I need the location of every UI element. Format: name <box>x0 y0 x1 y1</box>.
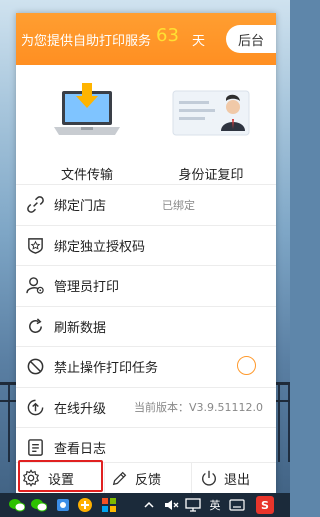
panel-header: 为您提供自助打印服务 63 天 后台 <box>16 13 276 65</box>
wechat-icon[interactable] <box>8 496 26 514</box>
menu-item-bind-store[interactable]: 绑定门店 已绑定 <box>16 184 276 225</box>
menu-item-label: 在线升级 <box>54 401 107 417</box>
id-copy-button[interactable]: 身份证复印 <box>156 83 266 183</box>
file-transfer-button[interactable]: 文件传输 <box>32 83 142 183</box>
menu-item-label: 绑定门店 <box>54 199 107 215</box>
block-print-toggle[interactable] <box>237 356 256 375</box>
exit-label: 退出 <box>224 473 251 488</box>
network-icon[interactable] <box>54 496 72 514</box>
windows-icon[interactable] <box>100 496 118 514</box>
monitor-icon[interactable] <box>184 496 202 514</box>
pencil-icon <box>112 471 127 486</box>
feedback-label: 反馈 <box>135 473 162 488</box>
ime-language[interactable]: 英 <box>206 496 224 514</box>
menu-item-label: 绑定独立授权码 <box>54 239 146 255</box>
log-icon <box>28 439 43 456</box>
menu-item-block-print-jobs[interactable]: 禁止操作打印任务 <box>16 346 276 387</box>
refresh-icon <box>29 317 42 333</box>
mute-icon[interactable] <box>162 496 180 514</box>
chevron-icon[interactable] <box>140 496 158 514</box>
service-message: 为您提供自助打印服务 <box>21 34 152 49</box>
menu-item-label: 管理员打印 <box>54 280 120 296</box>
print-service-panel: 为您提供自助打印服务 63 天 后台 文件传输 身份证复印 绑定门店 已绑定 绑… <box>16 13 276 494</box>
admin-button[interactable]: 后台 <box>226 25 276 53</box>
id-copy-label: 身份证复印 <box>178 168 244 183</box>
upgrade-icon <box>27 399 44 415</box>
menu-item-admin-print[interactable]: 管理员打印 <box>16 265 276 306</box>
file-transfer-label: 文件传输 <box>60 168 113 183</box>
wechat-icon[interactable] <box>30 496 48 514</box>
id-card-icon <box>172 90 250 136</box>
keyboard-icon[interactable] <box>228 496 246 514</box>
taskbar: 英 S <box>0 493 290 517</box>
star-shield-icon <box>28 237 43 254</box>
days-remaining: 63 <box>156 25 179 46</box>
menu-item-label: 禁止操作打印任务 <box>54 361 159 377</box>
days-unit: 天 <box>192 34 206 49</box>
link-icon <box>27 196 44 213</box>
laptop-download-icon <box>54 83 120 135</box>
settings-menu: 绑定门店 已绑定 绑定独立授权码 管理员打印 刷新数据 禁止操作打印任务 在线升… <box>16 184 276 468</box>
menu-item-online-upgrade[interactable]: 在线升级 当前版本：V3.9.51112.0 <box>16 386 276 428</box>
menu-item-refresh[interactable]: 刷新数据 <box>16 305 276 347</box>
bind-status: 已绑定 <box>162 198 195 212</box>
power-icon <box>202 470 216 486</box>
feedback-button[interactable]: 反馈 <box>104 463 191 494</box>
ban-icon <box>27 358 44 375</box>
exit-button[interactable]: 退出 <box>191 463 276 494</box>
admin-user-icon <box>26 277 44 294</box>
current-version: 当前版本：V3.9.51112.0 <box>134 401 264 415</box>
sogou-icon[interactable]: S <box>256 496 274 514</box>
menu-item-label: 刷新数据 <box>54 320 107 336</box>
settings-highlight-box <box>18 460 103 492</box>
menu-item-bind-license[interactable]: 绑定独立授权码 <box>16 224 276 266</box>
menu-item-label: 查看日志 <box>54 442 107 458</box>
plus-icon[interactable] <box>76 496 94 514</box>
